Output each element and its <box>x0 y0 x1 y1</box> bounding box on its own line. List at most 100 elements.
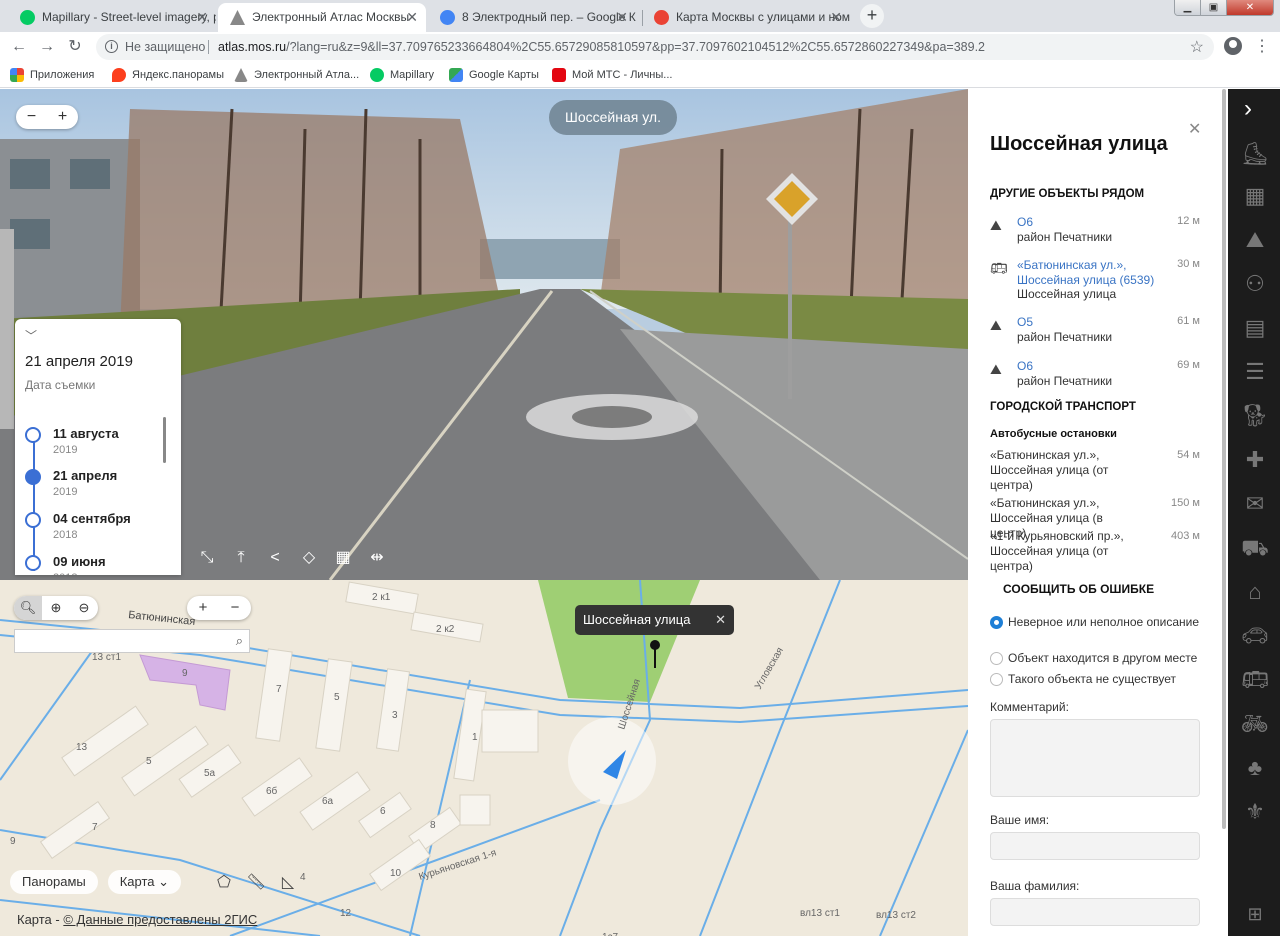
address-bar[interactable]: i Не защищено atlas.mos.ru/?lang=ru&z=9&… <box>96 34 1214 60</box>
coat-of-arms-icon[interactable]: ⚜ <box>1240 799 1270 825</box>
close-panel-icon[interactable]: ✕ <box>1188 119 1201 139</box>
bookmark-apps[interactable]: Приложения <box>10 67 94 83</box>
panoramas-button[interactable]: Панорамы <box>10 870 98 894</box>
year-label: 2019 <box>53 486 78 498</box>
browser-tab-google-maps[interactable]: 8 Электродный пер. – Google Ка ✕ <box>428 3 636 32</box>
search-icon[interactable]: 🔍︎ <box>14 596 42 620</box>
maximize-button[interactable]: ▣ <box>1201 0 1227 15</box>
current-date: 21 апреля 2019 <box>25 353 133 370</box>
bus-icon[interactable]: 🚌︎ <box>1240 667 1270 693</box>
bookmark-mts[interactable]: Мой МТС - Личны... <box>552 67 672 83</box>
timeline-scrollbar[interactable] <box>163 417 166 463</box>
forward-button[interactable]: → <box>36 36 58 58</box>
map-label: 4 <box>300 872 306 883</box>
map-type-dropdown[interactable]: Карта ⌄ <box>107 870 182 894</box>
tree-icon[interactable]: ♣ <box>1240 755 1270 781</box>
measure-distance-icon[interactable]: ⤡ <box>196 547 218 569</box>
zoom-in-button[interactable]: + <box>47 105 78 129</box>
info-icon[interactable]: i <box>105 40 118 53</box>
date-item[interactable]: 09 июня 2018 <box>25 551 175 575</box>
url-text[interactable]: atlas.mos.ru/?lang=ru&z=9&ll=37.70976523… <box>218 40 985 54</box>
map-view[interactable]: 2 к1 2 к2 13 ст1 9 7 5 3 1 13 5 5а 6б 6а 6 8 7 9 10 4 12 1с7… <box>0 580 968 936</box>
building-icon[interactable]: ▦ <box>1240 183 1270 209</box>
date-item[interactable]: 21 апреля 2019 <box>25 465 175 505</box>
medical-cross-icon[interactable]: ✚ <box>1240 447 1270 473</box>
date-item[interactable]: 04 сентября 2018 <box>25 508 175 548</box>
chevron-right-icon[interactable]: › <box>1244 95 1252 123</box>
map-search-input[interactable]: ⌕ <box>14 629 250 653</box>
dog-icon[interactable]: 🐕︎ <box>1240 403 1270 429</box>
measure-height-icon[interactable]: ⤒ <box>230 547 252 569</box>
skate-icon[interactable]: ⛸ <box>1240 141 1270 167</box>
nearby-item[interactable]: ⛰ О6 район Печатники 69 м <box>990 359 1200 389</box>
document-icon[interactable]: ☰ <box>1240 359 1270 385</box>
bookmark-google-maps[interactable]: Google Карты <box>449 67 539 83</box>
new-tab-button[interactable]: + <box>860 4 884 28</box>
zoom-out-button[interactable]: − <box>16 105 47 129</box>
account-icon[interactable] <box>1224 37 1242 55</box>
radio-selected[interactable] <box>990 616 1003 629</box>
bookmark-mapillary[interactable]: Mapillary <box>370 67 434 83</box>
browser-tab-mapillary[interactable]: Mapillary - Street-level imagery, p ✕ <box>8 3 216 32</box>
radio[interactable] <box>990 673 1003 686</box>
nearby-name[interactable]: О6 <box>1017 215 1033 230</box>
bookmark-atlas[interactable]: Электронный Атла... <box>234 67 359 83</box>
search-icon[interactable]: ⌕ <box>236 633 243 649</box>
report-option[interactable]: Объект находится в другом месте <box>990 651 1210 666</box>
date-item[interactable]: 11 августа 2019 <box>25 423 175 463</box>
close-popup-icon[interactable]: ✕ <box>715 605 726 635</box>
mail-icon[interactable]: ✉ <box>1240 491 1270 517</box>
bicycle-icon[interactable]: 🚲︎ <box>1240 711 1270 737</box>
panel-scrollbar[interactable] <box>1222 89 1226 829</box>
area-icon[interactable]: ◇ <box>298 547 320 569</box>
car-icon[interactable]: 🚗︎ <box>1240 623 1270 649</box>
close-tab-icon[interactable]: ✕ <box>830 3 842 32</box>
nearby-item[interactable]: ⛰ О6 район Печатники 12 м <box>990 215 1200 245</box>
report-option[interactable]: Неверное или неполное описание <box>990 615 1210 630</box>
map-zoom-in-button[interactable]: + <box>187 596 219 620</box>
shopping-bag-icon[interactable]: ⛟ <box>1240 535 1270 561</box>
report-option[interactable]: Такого объекта не существует <box>990 672 1210 687</box>
chevron-down-icon[interactable]: ﹀ <box>25 327 37 344</box>
museum-icon[interactable]: ⌂ <box>1240 579 1270 605</box>
bookmark-yandex-panoramas[interactable]: Яндекс.панорамы <box>112 67 224 83</box>
browser-tab-atlas[interactable]: Электронный Атлас Москвы ✕ <box>218 3 426 32</box>
name-label: Ваше имя: <box>990 813 1050 827</box>
nearby-name[interactable]: О6 <box>1017 359 1033 374</box>
zoom-search-out-icon[interactable]: ⊖ <box>70 596 98 620</box>
window-close-button[interactable]: ✕ <box>1227 0 1273 15</box>
close-tab-icon[interactable]: ✕ <box>196 3 208 32</box>
menu-icon[interactable]: ⋮ <box>1254 36 1270 56</box>
back-button[interactable]: ← <box>8 36 30 58</box>
minimize-button[interactable]: ▁ <box>1175 0 1201 15</box>
area-measure-icon[interactable]: ◺ <box>278 872 298 892</box>
nearby-item[interactable]: ⛰ О5 район Печатники 61 м <box>990 315 1200 345</box>
landscape-icon[interactable]: ⛰ <box>1240 227 1270 253</box>
ruler-icon[interactable]: 📏︎ <box>246 872 266 892</box>
bus-stop-distance: 54 м <box>1177 449 1200 461</box>
nearby-name[interactable]: О5 <box>1017 315 1033 330</box>
apps-grid-icon[interactable]: ⊞ <box>1240 901 1270 927</box>
browser-tab-map-moscow[interactable]: Карта Москвы с улицами и ном ✕ <box>642 3 850 32</box>
panorama-viewer[interactable]: − + Шоссейная ул. ﹀ 21 апреля 2019 Дата … <box>0 89 968 580</box>
passport-icon[interactable]: ▤ <box>1240 315 1270 341</box>
surname-field[interactable] <box>990 898 1200 926</box>
map-zoom-out-button[interactable]: − <box>219 596 251 620</box>
split-view-icon[interactable]: ⇹ <box>366 547 388 569</box>
close-tab-icon[interactable]: ✕ <box>406 3 418 32</box>
zoom-search-in-icon[interactable]: ⊕ <box>42 596 70 620</box>
close-tab-icon[interactable]: ✕ <box>616 3 628 32</box>
comment-field[interactable] <box>990 719 1200 797</box>
nearby-name[interactable]: «Батюнинская ул.», Шоссейная улица (6539… <box>1017 258 1157 288</box>
copyright-link[interactable]: © Данные предоставлены 2ГИС <box>63 912 257 927</box>
family-icon[interactable]: ⚇ <box>1240 271 1270 297</box>
bookmark-star-icon[interactable]: ☆ <box>1190 37 1204 57</box>
share-icon[interactable]: < <box>264 547 286 569</box>
reload-button[interactable]: ↻ <box>64 36 86 58</box>
panorama-navigation-ring[interactable] <box>526 394 698 440</box>
grid-icon[interactable]: ▦ <box>332 547 354 569</box>
radio[interactable] <box>990 652 1003 665</box>
name-field[interactable] <box>990 832 1200 860</box>
polygon-tool-icon[interactable]: ⬠ <box>214 872 234 892</box>
nearby-item[interactable]: 🚌︎ «Батюнинская ул.», Шоссейная улица (6… <box>990 258 1200 302</box>
